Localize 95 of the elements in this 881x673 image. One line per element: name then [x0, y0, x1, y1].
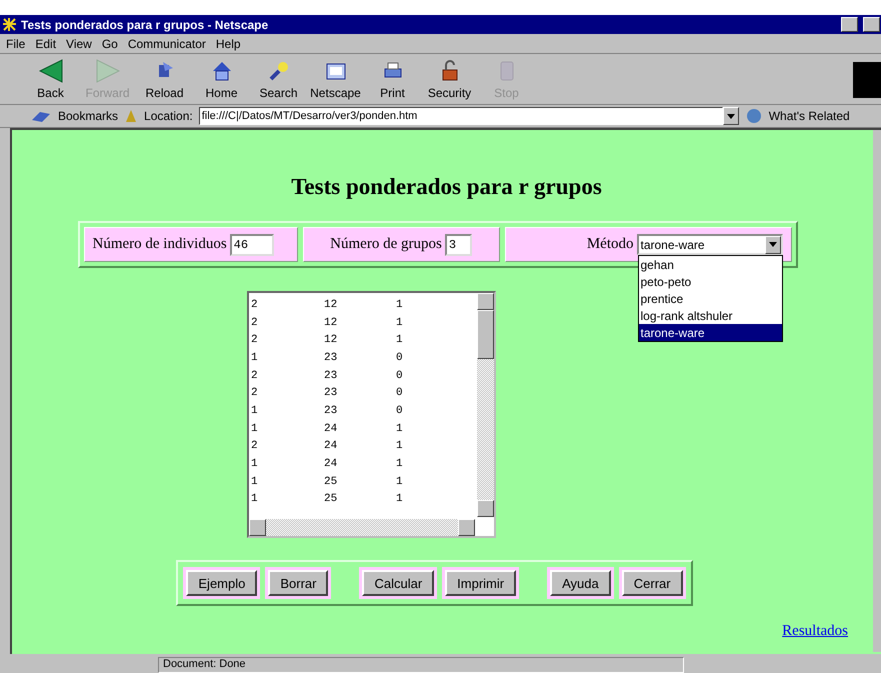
- data-value: 1: [251, 493, 259, 506]
- dropdown-button[interactable]: [722, 107, 739, 125]
- form-button[interactable]: Cerrar: [622, 570, 683, 596]
- dropdown-option[interactable]: log-rank altshuler: [638, 307, 782, 324]
- data-value: 24: [324, 422, 338, 435]
- url-field[interactable]: file:///C|/Datos/MT/Desarro/ver3/ponden.htm: [198, 107, 723, 125]
- data-value: 1: [396, 458, 404, 470]
- method-select[interactable]: tarone-ware: [636, 234, 782, 255]
- toolbar-button[interactable]: Print: [364, 58, 421, 100]
- field-label: Número de individuos: [92, 236, 227, 253]
- toolbar-button[interactable]: Reload: [136, 58, 193, 100]
- bookmarks-button[interactable]: Bookmarks: [58, 109, 118, 123]
- scroll-right-button[interactable]: [458, 519, 475, 536]
- dropdown-option[interactable]: peto-peto: [638, 273, 782, 290]
- back-icon: [38, 58, 62, 82]
- field-label: Número de grupos: [330, 236, 442, 253]
- number-field[interactable]: 46: [230, 234, 274, 256]
- whats-related-button[interactable]: What's Related: [768, 109, 850, 123]
- app-icon: [2, 17, 17, 32]
- data-value: 2: [251, 316, 259, 329]
- data-value: 1: [396, 493, 404, 506]
- toolbar-button[interactable]: Security: [421, 58, 478, 100]
- field-label: Método: [586, 236, 634, 253]
- status-text: Document: Done: [158, 657, 684, 673]
- location-label: Location:: [144, 109, 193, 123]
- results-link[interactable]: Resultados: [782, 623, 848, 640]
- toolbar-button[interactable]: Netscape: [307, 58, 364, 100]
- vertical-scrollbar[interactable]: [477, 293, 494, 517]
- toolbar-button[interactable]: Home: [193, 58, 250, 100]
- menu-item[interactable]: Communicator: [124, 36, 210, 50]
- menu-item[interactable]: Go: [98, 36, 122, 50]
- location-icon: [124, 108, 138, 124]
- logo-icon: [853, 62, 881, 98]
- data-value: 1: [396, 476, 404, 488]
- menu-item[interactable]: View: [62, 36, 96, 50]
- dropdown-option[interactable]: gehan: [638, 256, 782, 273]
- data-value: 2: [251, 334, 259, 346]
- dropdown-option[interactable]: prentice: [638, 290, 782, 307]
- toolbar-button[interactable]: Back: [22, 58, 79, 100]
- data-value: 1: [396, 422, 404, 435]
- form-button[interactable]: Borrar: [268, 570, 328, 596]
- scroll-left-button[interactable]: [249, 519, 266, 536]
- data-textarea[interactable]: 2 12 1 2 12 1 2 12 1 1 23 0 2 23 0 2 23 0 1 23 0 1 24 1 2 24 1 1 24 1 1 25 1 1 25 1: [247, 291, 496, 538]
- data-value: 25: [324, 493, 338, 506]
- data-value: 23: [324, 370, 338, 382]
- form-button[interactable]: Calcular: [362, 570, 434, 596]
- data-value: 2: [251, 387, 259, 400]
- data-value: 25: [324, 476, 338, 488]
- form-button[interactable]: Imprimir: [445, 570, 516, 596]
- data-value: 0: [396, 387, 404, 400]
- caret-icon: [726, 114, 735, 118]
- data-value: 24: [324, 458, 338, 470]
- data-value: 1: [251, 422, 259, 435]
- data-value: 12: [324, 316, 338, 329]
- data-value: 1: [251, 352, 259, 364]
- menu-item[interactable]: Edit: [31, 36, 60, 50]
- scrollbar[interactable]: [873, 130, 881, 652]
- data-value: 1: [396, 440, 404, 452]
- maximize-button[interactable]: [863, 17, 880, 32]
- data-value: 23: [324, 387, 338, 400]
- data-value: 2: [251, 370, 259, 382]
- data-value: 1: [251, 404, 259, 417]
- scrollbar-thumb[interactable]: [477, 310, 494, 359]
- scroll-down-button[interactable]: [477, 500, 494, 517]
- form-button[interactable]: Ayuda: [550, 570, 611, 596]
- dropdown-button[interactable]: [764, 236, 780, 254]
- data-value: 1: [396, 298, 404, 311]
- data-value: 1: [251, 458, 259, 470]
- forward-icon: [96, 58, 120, 82]
- data-value: 12: [324, 298, 338, 311]
- caret-icon: [768, 242, 776, 247]
- data-value: 2: [251, 298, 259, 311]
- data-value: 0: [396, 352, 404, 364]
- menu-item[interactable]: File: [2, 36, 30, 50]
- data-value: 1: [396, 334, 404, 346]
- horizontal-scrollbar[interactable]: [249, 519, 475, 536]
- menu-item[interactable]: Help: [212, 36, 245, 50]
- data-value: 23: [324, 352, 338, 364]
- window-title: Tests ponderados para r grupos - Netscape: [21, 18, 270, 32]
- toolbar-button[interactable]: Search: [250, 58, 307, 100]
- data-value: 1: [396, 316, 404, 329]
- scroll-up-button[interactable]: [477, 293, 494, 310]
- dropdown-option[interactable]: tarone-ware: [638, 324, 782, 341]
- data-value: 0: [396, 370, 404, 382]
- form-button[interactable]: Ejemplo: [186, 570, 258, 596]
- dropdown-list[interactable]: gehan peto-peto prentice log-rank altshuler tarone-ware: [638, 255, 782, 342]
- data-value: 2: [251, 440, 259, 452]
- data-value: 24: [324, 440, 338, 452]
- data-value: 1: [251, 476, 259, 488]
- minimize-button[interactable]: [841, 17, 858, 32]
- data-value: 0: [396, 404, 404, 417]
- data-value: 23: [324, 404, 338, 417]
- data-value: 12: [324, 334, 338, 346]
- number-field[interactable]: 3: [444, 234, 472, 256]
- page-heading: Tests ponderados para r grupos: [291, 174, 602, 200]
